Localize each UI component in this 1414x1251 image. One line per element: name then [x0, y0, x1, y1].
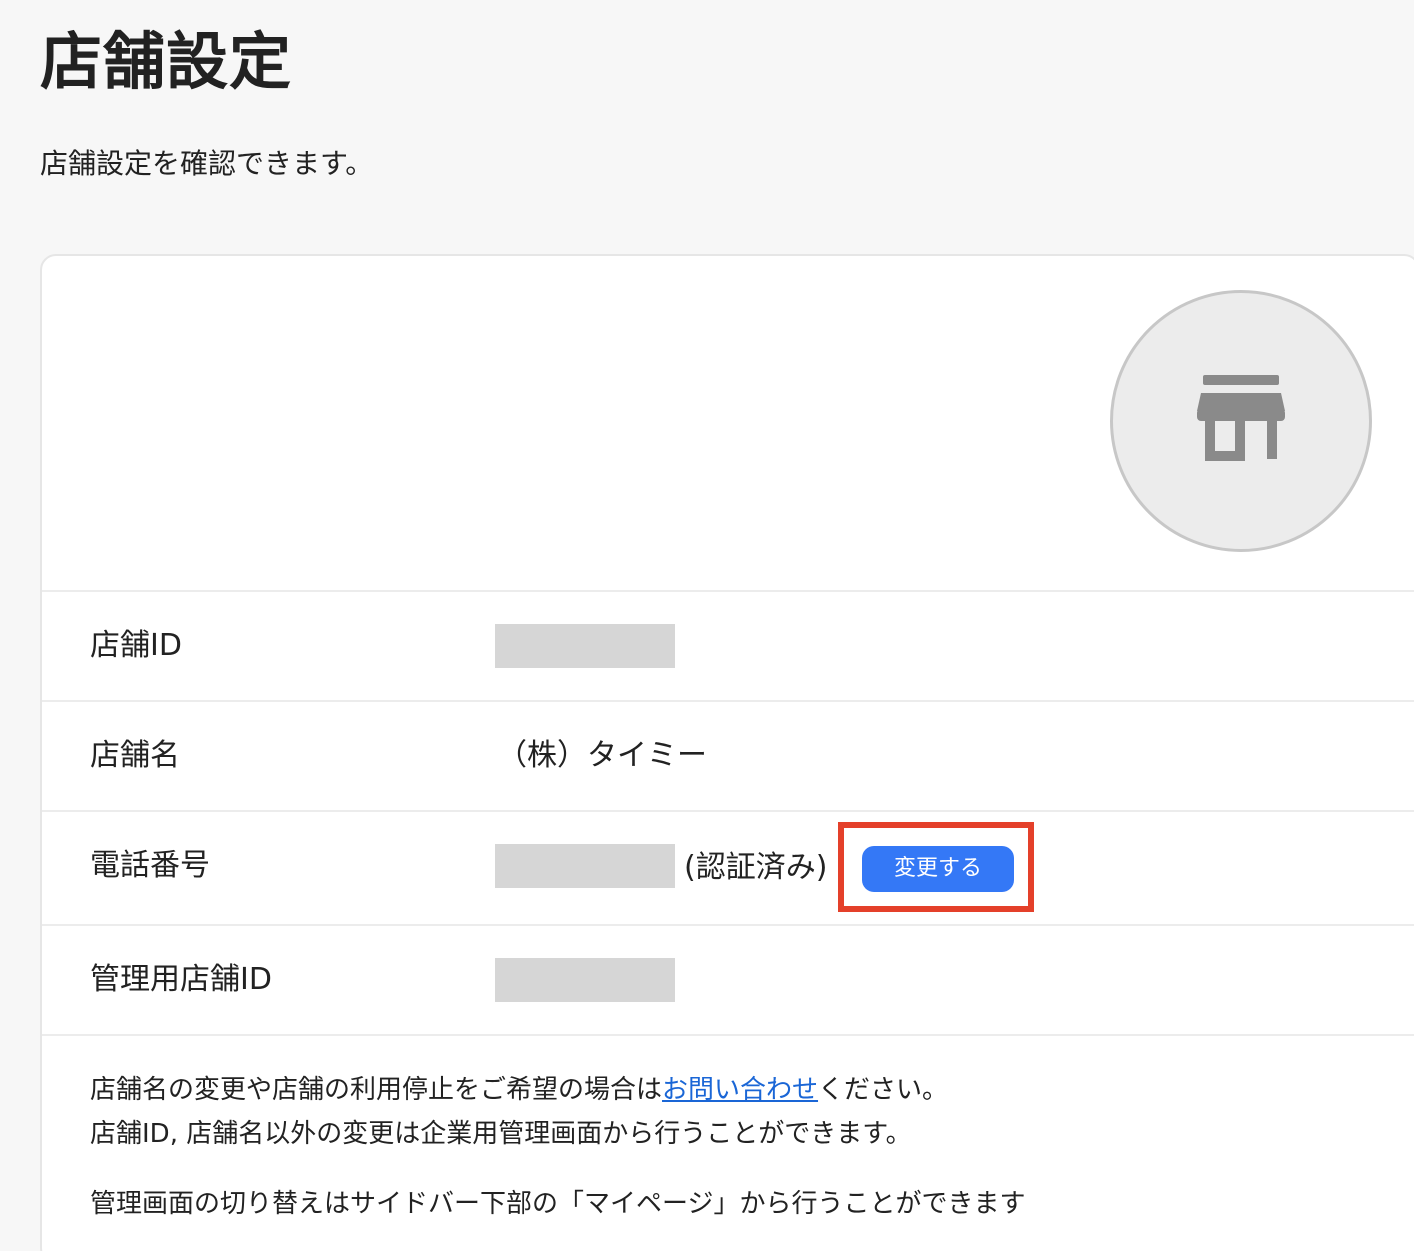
store-id-label: 店舗ID	[90, 628, 182, 663]
contact-link[interactable]: お問い合わせ	[662, 1075, 818, 1105]
row-divider	[42, 1034, 1414, 1036]
row-divider	[42, 924, 1414, 926]
admin-store-id-label: 管理用店舗ID	[90, 962, 272, 997]
store-info-card: 店舗ID 店舗名 （株）タイミー 電話番号 (認証済み) 変更する 管理用店舗I…	[40, 254, 1414, 1251]
store-name-label: 店舗名	[90, 738, 180, 773]
note-switch-admin: 管理画面の切り替えはサイドバー下部の「マイページ」から行うことができます	[90, 1189, 1026, 1219]
note-contact-after: ください。	[818, 1075, 949, 1105]
store-settings-page: 店舗設定 店舗設定を確認できます。 店舗ID 店舗名 （株）タイミー 電話番号 …	[0, 0, 1414, 1251]
admin-store-id-value	[495, 958, 675, 1002]
page-subtitle: 店舗設定を確認できます。	[40, 147, 374, 180]
phone-verified-status: (認証済み)	[684, 850, 828, 885]
page-title: 店舗設定	[40, 25, 293, 98]
store-icon	[1193, 371, 1289, 471]
store-avatar	[1110, 290, 1372, 552]
note-change-info: 店舗ID, 店舗名以外の変更は企業用管理画面から行うことができます。	[90, 1119, 912, 1149]
phone-number-label: 電話番号	[90, 848, 210, 883]
row-divider	[42, 590, 1414, 592]
row-divider	[42, 810, 1414, 812]
store-id-value	[495, 624, 675, 668]
note-contact: 店舗名の変更や店舗の利用停止をご希望の場合はお問い合わせください。	[90, 1068, 948, 1112]
note-contact-before: 店舗名の変更や店舗の利用停止をご希望の場合は	[90, 1075, 663, 1105]
change-phone-button[interactable]: 変更する	[862, 846, 1014, 892]
phone-number-value	[495, 844, 675, 888]
store-name-value: （株）タイミー	[497, 738, 707, 773]
row-divider	[42, 700, 1414, 702]
